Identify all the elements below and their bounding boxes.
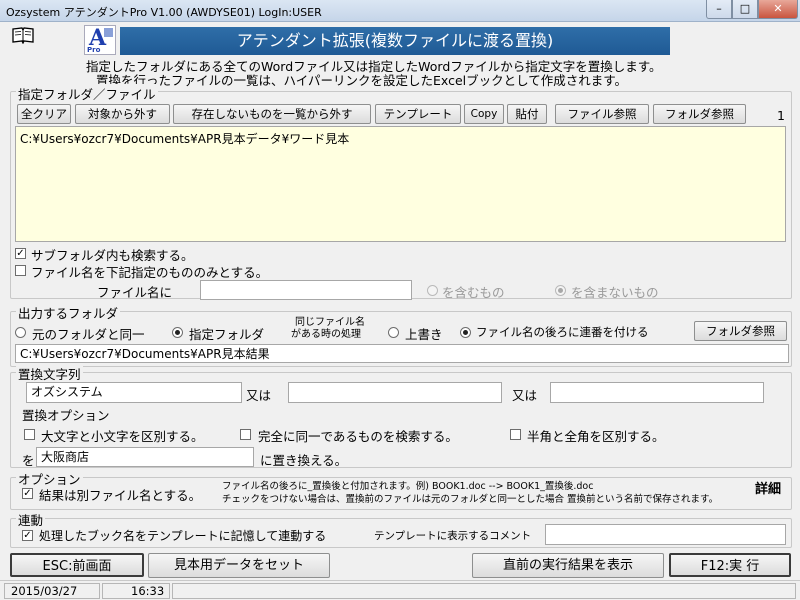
status-time: 16:33 [102,583,170,599]
output-path-input[interactable]: C:¥Users¥ozcr7¥Documents¥APR見本結果 [15,344,789,363]
other-filename-checkbox[interactable]: ✓ [22,488,33,499]
whole-match-checkbox[interactable] [240,429,251,440]
run-button[interactable]: F12:実 行 [669,553,791,577]
close-icon: ✕ [773,2,783,15]
target-path-list[interactable]: C:¥Users¥ozcr7¥Documents¥APR見本データ¥ワード見本 [15,126,786,242]
option-note-1: ファイル名の後ろに_置換後と付加されます。例) BOOK1.doc --> BO… [222,481,594,492]
book-icon[interactable] [12,26,34,44]
specified-folder-label: 指定フォルダ [189,327,265,342]
include-label: を含むもの [442,285,505,300]
replace-options-label: 置換オプション [22,408,110,423]
filename-filter-checkbox[interactable] [15,265,26,276]
clear-all-button[interactable]: 全クリア [17,104,71,124]
file-browse-button[interactable]: ファイル参照 [555,104,649,124]
option-note-2: チェックをつけない場合は、置換前のファイルは元のフォルダと同一とした場合 置換前… [222,494,719,505]
copy-button[interactable]: Copy [464,104,504,124]
add-number-label: ファイル名の後ろに連番を付ける [476,325,649,339]
replace-suffix-label: に置き換える。 [260,453,348,468]
case-sensitive-checkbox[interactable] [24,429,35,440]
paste-button[interactable]: 貼付 [507,104,547,124]
exclude-radio[interactable] [555,285,566,296]
template-button[interactable]: テンプレート [375,104,461,124]
case-sensitive-label: 大文字と小文字を区別する。 [41,429,204,444]
set-sample-data-button[interactable]: 見本用データをセット [148,553,330,578]
status-bar: 2015/03/27 16:33 [0,580,800,600]
width-sensitive-checkbox[interactable] [510,429,521,440]
back-button[interactable]: ESC:前画面 [10,553,144,577]
filename-label: ファイル名に [97,285,173,300]
output-legend: 出力するフォルダ [16,303,121,322]
description-line-2: 置換を行ったファイルの一覧は、ハイパーリンクを設定したExcelブックとして作成… [96,73,627,88]
maximize-icon: □ [739,2,751,15]
add-number-radio[interactable] [460,327,471,338]
app-logo: A Pro [84,25,116,55]
filename-input[interactable] [200,280,412,300]
same-name-label-1: 同じファイル名 [295,317,365,328]
exclude-label: を含まないもの [571,285,659,300]
output-folder-browse-button[interactable]: フォルダ参照 [694,321,787,341]
filename-filter-label: ファイル名を下記指定のもののみとする。 [31,265,269,280]
title-bar: Ozsystem アテンダントPro V1.00 (AWDYSE01) LogI… [0,0,800,22]
logo-sub: Pro [87,46,101,54]
minimize-icon: – [716,2,722,15]
replace-with-input[interactable]: 大阪商店 [36,447,254,467]
subfolder-checkbox[interactable]: ✓ [15,248,26,259]
or-label-1: 又は [246,388,272,403]
other-filename-label: 結果は別ファイル名とする。 [39,488,202,503]
same-folder-radio[interactable] [15,327,26,338]
replace-legend: 置換文字列 [16,364,83,383]
specified-folder-radio[interactable] [172,327,183,338]
window-title: Ozsystem アテンダントPro V1.00 (AWDYSE01) LogI… [6,6,322,19]
search-string-2-input[interactable] [288,382,502,403]
remember-label: 処理したブック名をテンプレートに記憶して連動する [39,529,327,543]
remove-missing-button[interactable]: 存在しないものを一覧から外す [173,104,371,124]
or-label-2: 又は [512,388,538,403]
include-radio[interactable] [427,285,438,296]
search-string-3-input[interactable] [550,382,764,403]
search-string-1-input[interactable]: オズシステム [26,382,242,403]
show-last-result-button[interactable]: 直前の実行結果を表示 [472,553,664,578]
status-date: 2015/03/27 [4,583,100,599]
same-name-label-2: がある時の処理 [291,329,361,340]
comment-input[interactable] [545,524,786,545]
maximize-button[interactable]: □ [732,0,758,19]
minimize-button[interactable]: – [706,0,732,19]
whole-match-label: 完全に同一であるものを検索する。 [258,429,458,444]
width-sensitive-label: 半角と全角を区別する。 [527,429,665,444]
remember-checkbox[interactable]: ✓ [22,530,33,541]
remove-from-target-button[interactable]: 対象から外す [75,104,170,124]
page-banner: アテンダント拡張(複数ファイルに渡る置換) [120,27,670,55]
overwrite-label: 上書き [405,327,443,342]
status-message [172,583,796,599]
overwrite-radio[interactable] [388,327,399,338]
replace-wo-label: を [22,453,35,468]
target-count: 1 [777,108,785,123]
target-legend: 指定フォルダ／ファイル [16,84,158,103]
same-folder-label: 元のフォルダと同一 [32,327,145,342]
detail-link[interactable]: 詳細 [755,478,781,497]
folder-browse-button[interactable]: フォルダ参照 [653,104,746,124]
comment-label: テンプレートに表示するコメント [374,530,532,542]
close-button[interactable]: ✕ [758,0,798,19]
